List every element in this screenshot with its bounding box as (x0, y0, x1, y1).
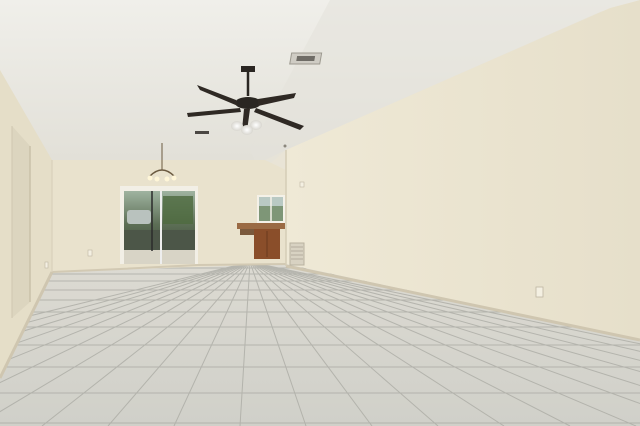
patio-floor (124, 250, 195, 264)
fan-light-globe (241, 125, 253, 135)
wall-sconce-dot (283, 144, 287, 148)
hvac-vent-slot (296, 56, 316, 61)
tree-foliage (163, 196, 193, 224)
room-photo (0, 0, 640, 426)
recessed-light (195, 131, 209, 134)
parked-car (127, 210, 151, 224)
countertop (237, 223, 285, 229)
outlet-small (44, 261, 49, 269)
hallway-opening (12, 126, 30, 318)
patio-view (124, 230, 195, 250)
electrical-outlet (535, 286, 544, 298)
thermostat (299, 181, 305, 188)
cabinet-shadow (240, 229, 254, 235)
outlet-small (87, 249, 93, 257)
return-air-grille (289, 242, 305, 266)
